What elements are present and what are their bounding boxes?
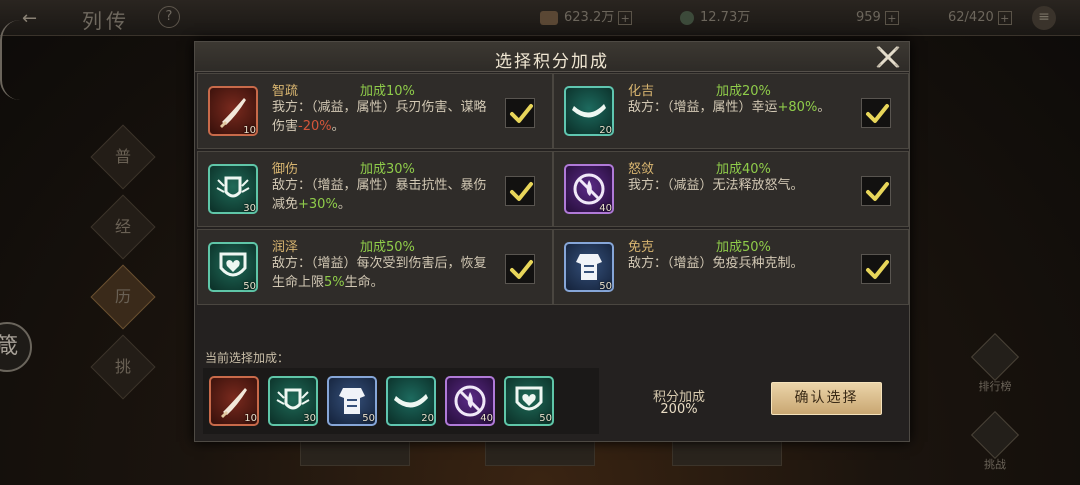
bonus-badge: 50 [208, 242, 258, 292]
bonus-percent: 加成50% [360, 240, 415, 255]
selected-bonus-level: 50 [362, 413, 375, 424]
bonus-card[interactable]: 20 化吉 加成20% 敌方：（增益，属性）幸运+80%。 [553, 73, 909, 149]
badge-level: 50 [243, 281, 256, 292]
bonus-description: 敌方：（增益，属性）暴击抗性、暴伤减免+30%。 [272, 178, 487, 212]
bonus-percent: 加成40% [716, 162, 771, 177]
bonus-badge: 10 [208, 86, 258, 136]
selected-bonus-icon[interactable]: 40 [445, 376, 495, 426]
bonus-description: 敌方：（增益，属性）幸运+80%。 [628, 100, 831, 115]
resource-jade: 959 + [856, 7, 899, 29]
bonus-description: 敌方：（增益）每次受到伤害后，恢复生命上限5%生命。 [272, 256, 487, 290]
help-button[interactable]: ? [158, 6, 180, 28]
badge-level: 10 [243, 125, 256, 136]
checkmark-icon [510, 260, 533, 279]
bonus-badge: 20 [564, 86, 614, 136]
bottom-tab-3[interactable] [672, 440, 782, 466]
back-arrow-icon[interactable]: ← [22, 8, 62, 29]
crossed-swords-icon [970, 410, 1020, 460]
current-selection-label: 当前选择加成： [205, 351, 290, 365]
ranking-button[interactable]: 排行榜 [960, 332, 1030, 394]
bonus-name: 化吉 [628, 84, 655, 99]
bonus-badge: 40 [564, 164, 614, 214]
challenge-button[interactable]: 挑战 [960, 410, 1030, 472]
selected-bonus-icon[interactable]: 30 [268, 376, 318, 426]
badge-level: 50 [599, 281, 612, 292]
bottom-tab-1[interactable] [300, 440, 410, 466]
bonus-checkbox[interactable] [861, 176, 891, 206]
resource-stamina: 62/420 + [948, 7, 1012, 29]
bonus-checkbox[interactable] [861, 98, 891, 128]
checkmark-icon [866, 182, 889, 201]
bonus-card[interactable]: 40 怒敛 加成40% 我方：（减益）无法释放怒气。 [553, 151, 909, 227]
bonus-badge: 50 [564, 242, 614, 292]
bonus-name: 智疏 [272, 84, 299, 99]
badge-level: 20 [599, 125, 612, 136]
selected-bonus-level: 50 [539, 413, 552, 424]
bonus-name: 免克 [628, 240, 655, 255]
dialog-header: 选择积分加成 [195, 42, 909, 72]
selected-bonus-icon[interactable]: 20 [386, 376, 436, 426]
dialog-title: 选择积分加成 [495, 52, 609, 72]
bonus-card[interactable]: 50 润泽 加成50% 敌方：（增益）每次受到伤害后，恢复生命上限5%生命。 [197, 229, 553, 305]
page-title: 列传 [82, 9, 130, 33]
selected-bonus-level: 30 [303, 413, 316, 424]
resource-silver: 623.2万 + [540, 7, 633, 29]
badge-level: 40 [599, 203, 612, 214]
selected-bonus-level: 40 [480, 413, 493, 424]
selected-bonus-icon[interactable]: 50 [504, 376, 554, 426]
bonus-description: 我方：（减益，属性）兵刃伤害、谋略伤害-20%。 [272, 100, 487, 134]
bonus-checkbox[interactable] [505, 254, 535, 284]
nav-item-3[interactable]: 历 [90, 264, 156, 330]
score-bonus-value: 200% [660, 402, 698, 417]
nav-item-1[interactable]: 普 [90, 124, 156, 190]
bonus-badge: 30 [208, 164, 258, 214]
badge-level: 30 [243, 203, 256, 214]
bonus-checkbox[interactable] [505, 176, 535, 206]
add-stamina-button[interactable]: + [997, 10, 1012, 25]
close-icon [876, 46, 900, 68]
top-bar: ← 列传 ? 623.2万 + 12.73万 959 + 62/420 + ≡ [0, 0, 1080, 36]
silver-icon [540, 10, 558, 25]
bonus-card[interactable]: 30 御伤 加成30% 敌方：（增益，属性）暴击抗性、暴伤减免+30%。 [197, 151, 553, 227]
bonus-card[interactable]: 50 免克 加成50% 敌方：（增益）免疫兵种克制。 [553, 229, 909, 305]
bonus-name: 怒敛 [628, 162, 655, 177]
bonus-description: 我方：（减益）无法释放怒气。 [628, 178, 804, 193]
checkmark-icon [510, 182, 533, 201]
selected-bonus-level: 20 [421, 413, 434, 424]
checkmark-icon [510, 104, 533, 123]
bonus-description: 敌方：（增益）免疫兵种克制。 [628, 256, 804, 271]
add-silver-button[interactable]: + [618, 10, 633, 25]
checkmark-icon [866, 104, 889, 123]
bonus-select-dialog: 选择积分加成 10 智疏 加成10% 我方：（减益，属性）兵刃伤害、谋略伤害-20%。… [194, 41, 910, 442]
bonus-name: 御伤 [272, 162, 299, 177]
left-nav: 普 经 历 挑 [88, 118, 158, 414]
add-jade-button[interactable]: + [884, 10, 899, 25]
current-selection-panel: 10 30 50 20 40 50 [203, 368, 599, 434]
checkmark-icon [866, 260, 889, 279]
close-button[interactable] [875, 45, 901, 69]
confirm-selection-button[interactable]: 确认选择 [771, 382, 882, 415]
bonus-percent: 加成50% [716, 240, 771, 255]
ranking-icon [970, 332, 1020, 382]
selected-bonus-icon[interactable]: 10 [209, 376, 259, 426]
bonus-percent: 加成30% [360, 162, 415, 177]
bonus-checkbox[interactable] [861, 254, 891, 284]
left-decoration [0, 20, 28, 100]
bonus-name: 润泽 [272, 240, 299, 255]
resource-gold: 12.73万 [680, 7, 750, 29]
nav-item-2[interactable]: 经 [90, 194, 156, 260]
bottom-tab-2[interactable] [485, 440, 595, 466]
bonus-checkbox[interactable] [505, 98, 535, 128]
selected-bonus-level: 10 [244, 413, 257, 424]
gold-icon [680, 10, 694, 25]
bonus-percent: 加成10% [360, 84, 415, 99]
bonus-percent: 加成20% [716, 84, 771, 99]
menu-icon[interactable]: ≡ [1032, 6, 1056, 30]
bonus-card[interactable]: 10 智疏 加成10% 我方：（减益，属性）兵刃伤害、谋略伤害-20%。 [197, 73, 553, 149]
selected-bonus-icon[interactable]: 50 [327, 376, 377, 426]
nav-item-4[interactable]: 挑 [90, 334, 156, 400]
